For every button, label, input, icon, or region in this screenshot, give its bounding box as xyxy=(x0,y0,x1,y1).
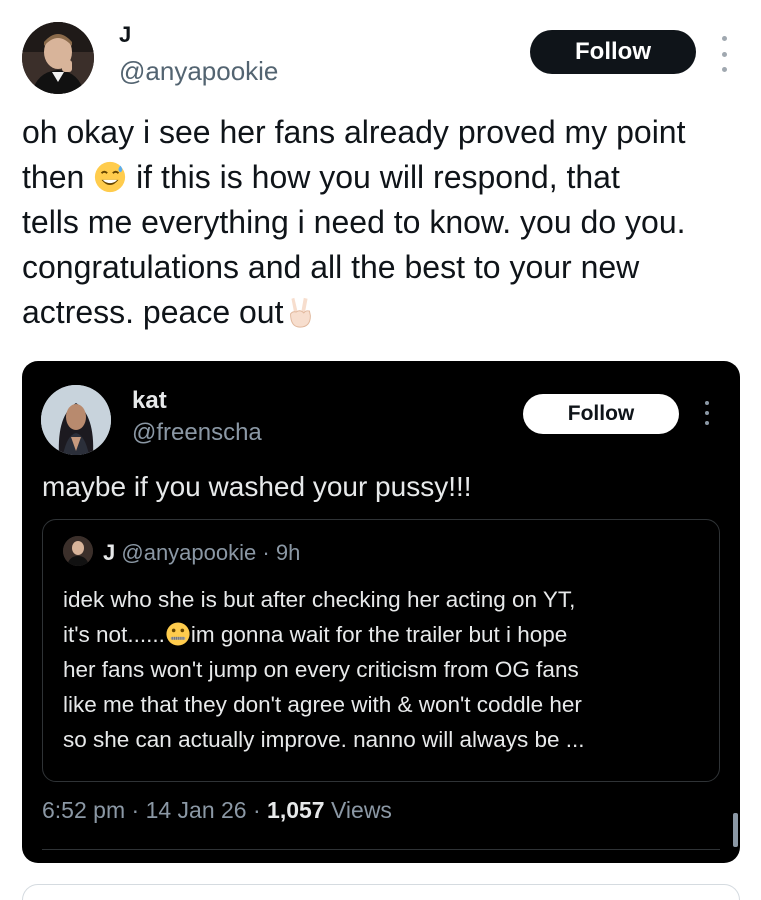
inner-quote-header: J @anyapookie · 9h xyxy=(103,540,300,566)
sweat-smile-emoji-icon xyxy=(95,161,126,193)
tweet-time[interactable]: 6:52 pm xyxy=(42,797,125,823)
outer-tweet-header: J @anyapookie Follow xyxy=(22,20,742,96)
inner-time: 9h xyxy=(275,540,301,565)
author-handle[interactable]: @freenscha xyxy=(132,419,262,447)
tweet-meta: 6:52 pm · 14 Jan 26 · 1,057 Views xyxy=(42,797,392,824)
author-name[interactable]: J xyxy=(119,22,131,48)
inner-author-handle: @anyapookie xyxy=(121,540,257,565)
follow-button[interactable]: Follow xyxy=(523,394,679,434)
scrollbar[interactable] xyxy=(733,813,738,847)
more-options-icon[interactable] xyxy=(716,36,732,72)
author-name[interactable]: kat xyxy=(132,387,167,415)
separator: · xyxy=(252,797,261,823)
author-handle[interactable]: @anyapookie xyxy=(119,56,278,87)
quoted-tweet-text: maybe if you washed your pussy!!! xyxy=(42,471,472,502)
views-label: Views xyxy=(331,797,392,823)
inner-quote-text: idek who she is but after checking her a… xyxy=(63,582,713,757)
follow-button[interactable]: Follow xyxy=(530,30,696,74)
victory-hand-emoji-icon xyxy=(290,297,312,328)
avatar[interactable] xyxy=(22,22,94,94)
next-card xyxy=(22,884,740,900)
avatar xyxy=(63,536,93,566)
more-options-icon[interactable] xyxy=(701,401,713,425)
divider xyxy=(42,849,720,850)
inner-author-name: J xyxy=(103,540,116,565)
quoted-tweet-card[interactable]: kat @freenscha Follow maybe if you washe… xyxy=(22,361,740,863)
inner-quoted-tweet[interactable]: J @anyapookie · 9h idek who she is but a… xyxy=(42,519,720,782)
views-count: 1,057 xyxy=(267,797,325,823)
avatar[interactable] xyxy=(41,385,111,455)
zipper-mouth-emoji-icon xyxy=(166,622,190,646)
tweet-date[interactable]: 14 Jan 26 xyxy=(146,797,247,823)
separator: · xyxy=(262,540,270,565)
tweet-text: oh okay i see her fans already proved my… xyxy=(22,110,747,335)
separator: · xyxy=(131,797,140,823)
